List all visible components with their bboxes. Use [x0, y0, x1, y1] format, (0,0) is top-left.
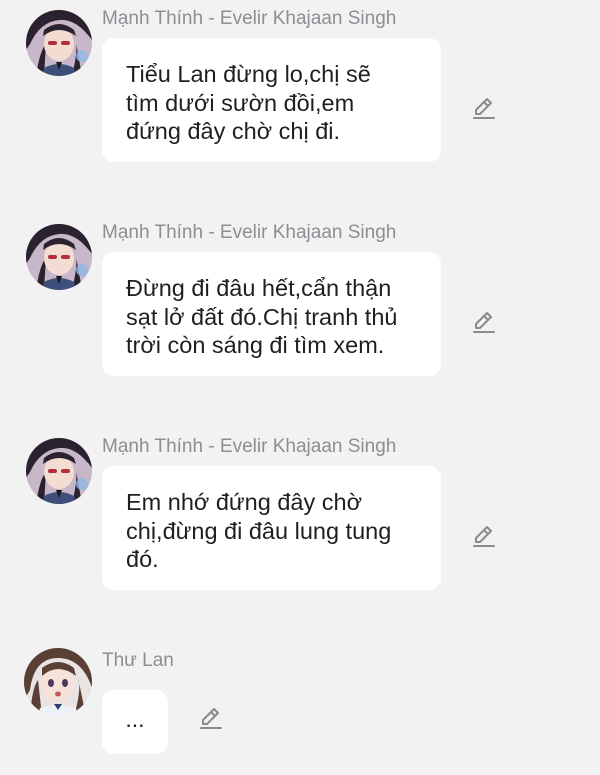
pencil-edit-icon[interactable] — [470, 308, 498, 336]
sender-avatar[interactable] — [26, 10, 92, 76]
message-text-line: đó. — [126, 546, 159, 572]
message-text-line: Đừng đi đâu hết,cẩn thận — [126, 275, 392, 301]
pencil-edit-icon[interactable] — [197, 704, 225, 732]
message-bubble[interactable]: Tiểu Lan đừng lo,chị sẽ tìm dưới sườn đồ… — [102, 38, 441, 162]
message-text-line: đứng đây chờ chị đi. — [126, 118, 341, 144]
sender-avatar[interactable] — [26, 438, 92, 504]
sender-name: Mạnh Thính - Evelir Khajaan Singh — [102, 8, 397, 29]
message-bubble[interactable]: Đừng đi đâu hết,cẩn thận sạt lở đất đó.C… — [102, 252, 441, 376]
message-text-line: sạt lở đất đó.Chị tranh thủ — [126, 303, 398, 330]
message-text-line: Em nhớ đứng đây chờ — [126, 489, 362, 515]
message-bubble[interactable]: ... — [102, 690, 168, 754]
message-text-line: trời còn sáng đi tìm xem. — [126, 332, 385, 358]
sender-name: Mạnh Thính - Evelir Khajaan Singh — [102, 222, 397, 243]
sender-avatar[interactable] — [24, 648, 92, 716]
pencil-edit-icon[interactable] — [470, 522, 498, 550]
message-text: ... — [125, 706, 145, 732]
sender-avatar[interactable] — [26, 224, 92, 290]
message-text-line: Tiểu Lan đừng lo,chị sẽ — [126, 61, 371, 87]
sender-name: Thư Lan — [102, 650, 174, 671]
message-text-line: tìm dưới sườn đồi,em — [126, 89, 355, 116]
message-bubble[interactable]: Em nhớ đứng đây chờ chị,đừng đi đâu lung… — [102, 466, 441, 590]
sender-name: Mạnh Thính - Evelir Khajaan Singh — [102, 436, 397, 457]
pencil-edit-icon[interactable] — [470, 94, 498, 122]
message-text-line: chị,đừng đi đâu lung tung — [126, 517, 392, 544]
